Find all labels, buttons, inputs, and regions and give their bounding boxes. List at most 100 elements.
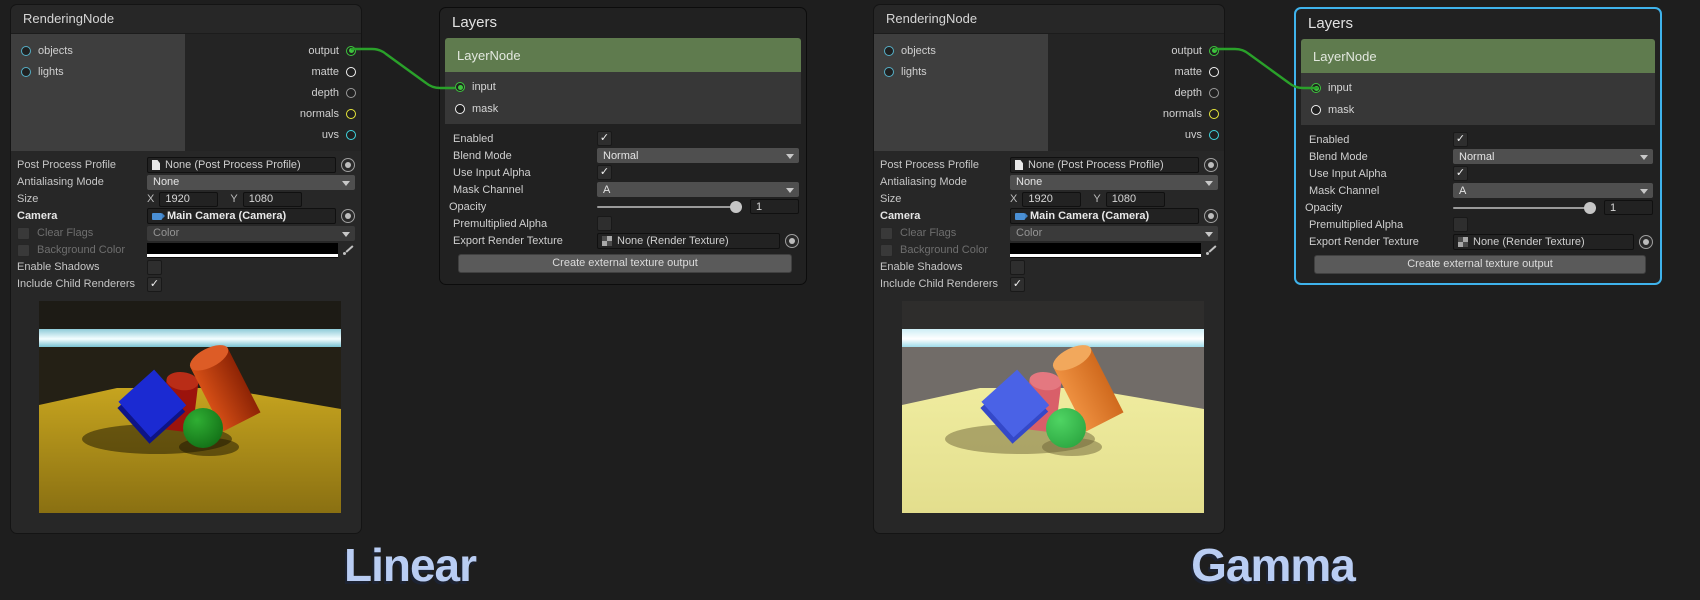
post-process-profile-field[interactable]: None (Post Process Profile) [1010,157,1199,173]
override-checkbox[interactable] [880,244,893,257]
rendering-node-title[interactable]: RenderingNode [874,5,1224,34]
premultiplied-alpha-checkbox[interactable] [597,216,612,231]
background-color-swatch[interactable] [1010,243,1201,257]
layer-mask-port-icon[interactable] [1311,105,1321,115]
layer-mask-port-icon[interactable] [455,104,465,114]
opacity-value-field[interactable]: 1 [1604,200,1653,215]
opacity-slider-track[interactable] [597,206,742,208]
export-render-texture-row: Export Render Texture None (Render Textu… [449,232,799,249]
objects-port-icon[interactable] [884,46,894,56]
uvs-port-icon[interactable] [346,130,356,140]
enable-shadows-checkbox[interactable] [147,260,162,275]
include-child-renderers-checkbox[interactable]: ✓ [1010,277,1025,292]
opacity-slider-track[interactable] [1453,207,1596,209]
render-texture-icon [1458,237,1468,247]
layer-mask-port-row: mask [1301,99,1655,121]
opacity-slider-knob[interactable] [1584,202,1596,214]
output-port-label: output [308,45,339,57]
eyedropper-icon[interactable] [1205,243,1218,257]
opacity-slider[interactable] [597,206,742,208]
layer-input-port-row: input [1301,77,1655,99]
eyedropper-icon[interactable] [342,243,355,257]
post-process-profile-field[interactable]: None (Post Process Profile) [147,157,336,173]
use-input-alpha-checkbox[interactable]: ✓ [1453,166,1468,181]
output-port-normals: normals [1048,103,1224,124]
clear-flags-dropdown[interactable]: Color [147,226,355,241]
uvs-port-icon[interactable] [1209,130,1219,140]
normals-port-label: normals [300,108,339,120]
clear-flags-dropdown[interactable]: Color [1010,226,1218,241]
output-port-uvs: uvs [185,124,361,145]
override-checkbox[interactable] [17,227,30,240]
clear-flags-row: Clear Flags Color [880,225,1218,241]
object-picker-icon[interactable] [1204,209,1218,223]
object-picker-icon[interactable] [785,234,799,248]
export-render-texture-field[interactable]: None (Render Texture) [597,233,780,249]
mask-channel-row: Mask Channel A [1305,182,1653,199]
camera-field[interactable]: Main Camera (Camera) [147,208,336,224]
size-y-label: Y [230,193,237,205]
size-x-field[interactable]: 1920 [159,192,218,207]
background-color-swatch[interactable] [147,243,338,257]
create-external-texture-output-button[interactable]: Create external texture output [1314,255,1646,274]
rendering-node-title[interactable]: RenderingNode [11,5,361,34]
opacity-row: Opacity 1 [1305,199,1653,216]
size-y-field[interactable]: 1080 [1106,192,1165,207]
layer-node-item[interactable]: LayerNode [1301,39,1655,73]
object-picker-icon[interactable] [341,158,355,172]
uvs-port-label: uvs [1185,129,1202,141]
blend-mode-dropdown[interactable]: Normal [1453,149,1653,164]
normals-port-icon[interactable] [1209,109,1219,119]
enable-shadows-checkbox[interactable] [1010,260,1025,275]
opacity-slider-knob[interactable] [730,201,742,213]
create-external-texture-output-button[interactable]: Create external texture output [458,254,792,273]
override-checkbox[interactable] [17,244,30,257]
enabled-checkbox[interactable]: ✓ [1453,132,1468,147]
enabled-row: Enabled ✓ [449,130,799,147]
opacity-value-field[interactable]: 1 [750,199,799,214]
output-port-matte: matte [185,61,361,82]
layer-node-item[interactable]: LayerNode [445,38,801,72]
linear-group: RenderingNode objects lights output ma [10,4,810,596]
objects-port-icon[interactable] [21,46,31,56]
enable-shadows-label: Enable Shadows [880,261,1010,273]
use-input-alpha-checkbox[interactable]: ✓ [597,165,612,180]
opacity-slider[interactable] [1453,207,1596,209]
object-picker-icon[interactable] [1639,235,1653,249]
premultiplied-alpha-checkbox[interactable] [1453,217,1468,232]
output-port-output: output [185,40,361,61]
mask-channel-dropdown[interactable]: A [1453,183,1653,198]
export-render-texture-row: Export Render Texture None (Render Textu… [1305,233,1653,250]
premultiplied-alpha-row: Premultiplied Alpha [449,215,799,232]
size-row: Size X 1920 Y 1080 [880,191,1218,207]
opacity-label: Opacity [449,201,597,213]
mask-channel-dropdown[interactable]: A [597,182,799,197]
clear-flags-value: Color [153,227,179,239]
lights-port-label: lights [901,66,927,78]
override-checkbox[interactable] [880,227,893,240]
lights-port-icon[interactable] [884,67,894,77]
normals-port-icon[interactable] [346,109,356,119]
sky-band [902,329,1204,347]
blend-mode-value: Normal [603,150,638,162]
size-x-field[interactable]: 1920 [1022,192,1081,207]
object-picker-icon[interactable] [1204,158,1218,172]
export-render-texture-field[interactable]: None (Render Texture) [1453,234,1634,250]
background-color-label: Background Color [17,244,147,257]
include-child-renderers-checkbox[interactable]: ✓ [147,277,162,292]
blend-mode-row: Blend Mode Normal [1305,148,1653,165]
antialiasing-mode-dropdown[interactable]: None [147,175,355,190]
size-y-field[interactable]: 1080 [243,192,302,207]
antialiasing-mode-dropdown[interactable]: None [1010,175,1218,190]
matte-port-label: matte [1174,66,1202,78]
enabled-checkbox[interactable]: ✓ [597,131,612,146]
blend-mode-dropdown[interactable]: Normal [597,148,799,163]
output-port-label: output [1171,45,1202,57]
camera-icon [152,213,162,220]
post-process-profile-row: Post Process Profile None (Post Process … [880,157,1218,173]
layer-settings: Enabled ✓ Blend Mode Normal Use Input Al… [1296,125,1660,274]
object-picker-icon[interactable] [341,209,355,223]
green-sphere [183,408,223,448]
lights-port-icon[interactable] [21,67,31,77]
camera-field[interactable]: Main Camera (Camera) [1010,208,1199,224]
